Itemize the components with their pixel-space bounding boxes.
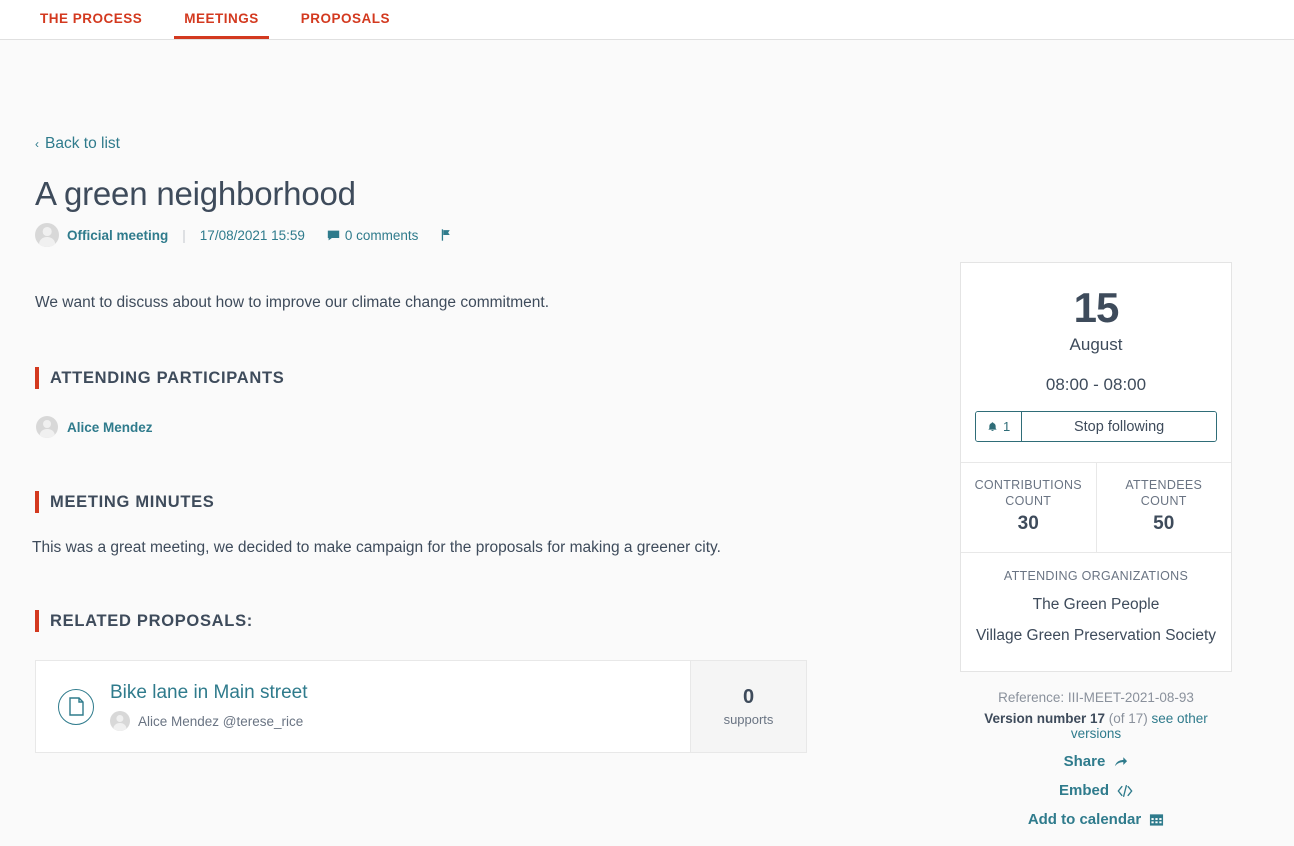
proposal-author: Alice Mendez @terese_rice [110,711,308,732]
meeting-meta: Official meeting | 17/08/2021 15:59 0 co… [35,223,930,247]
stop-following-button[interactable]: Stop following [1022,412,1216,441]
stat-contributions-count: CONTRIBUTIONS COUNT 30 [961,463,1096,552]
page-title: A green neighborhood [35,175,356,212]
stop-following-label: Stop following [1073,418,1165,435]
section-accent-bar [35,491,39,514]
proposal-main: Bike lane in Main street Alice Mendez @t… [36,661,690,752]
follow-button-group: 1 Stop following [975,411,1217,442]
tab-label: PROPOSALS [300,10,391,26]
date-block: 15 August 08:00 - 08:00 [961,263,1231,411]
section-attending-participants: ATTENDING PARTICIPANTS [35,367,930,390]
followers-count-button[interactable]: 1 [976,412,1023,441]
stats-row: CONTRIBUTIONS COUNT 30 ATTENDEES COUNT 5… [961,462,1232,553]
version-of: (of 17) [1104,711,1152,727]
comments-link[interactable]: 0 comments [327,227,419,243]
chevron-left-icon: ‹ [35,137,39,151]
meeting-minutes-text: This was a great meeting, we decided to … [32,539,721,557]
version-number: Version number 17 [984,711,1105,727]
participant-name: Alice Mendez [67,419,153,435]
version-line: Version number 17 (of 17) see other vers… [960,711,1232,741]
share-label: Share [1063,753,1106,771]
organization-item: The Green People [1032,596,1160,614]
section-accent-bar [35,610,39,633]
add-to-calendar-button[interactable]: Add to calendar [960,811,1232,828]
section-meeting-minutes: MEETING MINUTES [35,491,930,514]
proposal-texts: Bike lane in Main street Alice Mendez @t… [110,682,308,732]
tab-the-process[interactable]: THE PROCESS [30,0,152,39]
participant-item[interactable]: Alice Mendez [36,416,930,439]
section-accent-bar [35,367,39,390]
supports-label: supports [723,712,774,728]
stat-value: 50 [1153,513,1175,535]
comments-label: 0 comments [344,227,419,243]
proposal-card[interactable]: Bike lane in Main street Alice Mendez @t… [35,660,807,754]
embed-label: Embed [1058,782,1109,800]
embed-button[interactable]: Embed [960,782,1232,799]
main-column: ‹ Back to list A green neighborhood Offi… [30,40,930,828]
meeting-author[interactable]: Official meeting [35,223,168,247]
content-wrapper: ‹ Back to list A green neighborhood Offi… [30,40,1264,828]
comment-icon [327,229,340,242]
reference-text: Reference: III-MEET-2021-08-93 [998,690,1194,706]
bell-icon [987,421,998,433]
calendar-icon [1149,812,1164,827]
back-to-list-link[interactable]: ‹ Back to list [35,135,120,153]
card-footer-actions: Reference: III-MEET-2021-08-93 Version n… [960,672,1232,828]
code-icon [1117,784,1133,798]
organization-item: Village Green Preservation Society [975,627,1217,645]
date-month: August [1069,335,1123,354]
author-name: Official meeting [67,227,169,243]
share-button[interactable]: Share [960,753,1232,770]
flag-icon [442,229,451,241]
date-time-range: 08:00 - 08:00 [1045,375,1147,394]
avatar [110,711,130,732]
section-heading: RELATED PROPOSALS: [50,611,253,630]
proposal-title-link[interactable]: Bike lane in Main street [110,682,308,704]
avatar [36,416,58,439]
back-to-list-label: Back to list [45,135,120,152]
tab-proposals[interactable]: PROPOSALS [291,0,400,39]
page-body: ‹ Back to list A green neighborhood Offi… [0,40,1294,846]
proposal-supports: 0 supports [690,661,806,753]
meeting-info-card: 15 August 08:00 - 08:00 1 Stop following… [960,262,1232,673]
section-heading: ATTENDING PARTICIPANTS [50,368,285,387]
avatar [35,223,59,247]
followers-count: 1 [1003,419,1011,434]
section-heading: MEETING MINUTES [50,492,215,511]
proposal-author-name: Alice Mendez @terese_rice [138,713,304,729]
main-navigation: THE PROCESS MEETINGS PROPOSALS [0,0,1294,40]
attending-organizations: ATTENDING ORGANIZATIONS The Green People… [961,552,1231,671]
follow-row: 1 Stop following [961,411,1231,462]
tab-meetings[interactable]: MEETINGS [174,0,269,39]
date-day: 15 [1073,284,1120,331]
meeting-date: 17/08/2021 15:59 [199,227,305,243]
meta-separator: | [182,227,186,243]
share-arrow-icon [1113,754,1128,769]
stat-value: 30 [1017,513,1039,535]
organizations-label: ATTENDING ORGANIZATIONS [1003,569,1189,584]
supports-count: 0 [742,686,755,709]
stat-label: ATTENDEES COUNT [1125,478,1203,508]
add-to-calendar-label: Add to calendar [1027,811,1142,829]
sidebar-column: 15 August 08:00 - 08:00 1 Stop following… [930,40,1232,828]
section-related-proposals: RELATED PROPOSALS: [35,610,930,633]
tab-label: THE PROCESS [40,10,143,26]
flag-button[interactable] [440,228,453,242]
stat-attendees-count: ATTENDEES COUNT 50 [1095,463,1232,553]
stat-label: CONTRIBUTIONS COUNT [974,478,1082,508]
document-icon [58,688,94,725]
meeting-description: We want to discuss about how to improve … [35,294,550,311]
tab-label: MEETINGS [184,10,259,26]
